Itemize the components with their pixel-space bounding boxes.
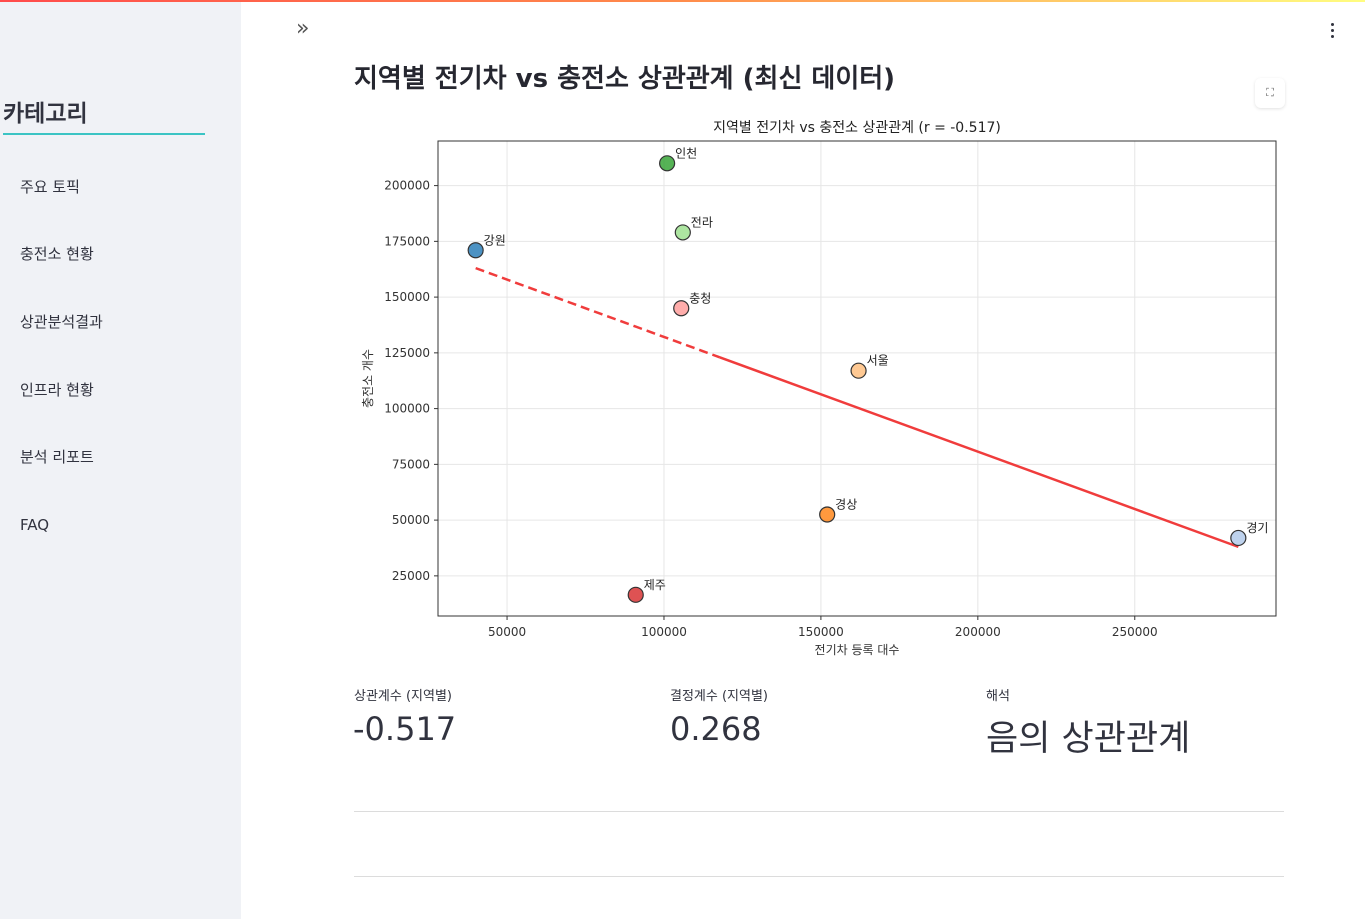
x-tick-label: 50000 <box>488 625 526 639</box>
y-tick-label: 75000 <box>392 457 430 471</box>
trendline-solid <box>719 356 1239 549</box>
y-tick-label: 100000 <box>384 402 430 416</box>
data-point <box>850 362 867 379</box>
sidebar-title: 카테고리 <box>3 101 88 127</box>
metric-determination-label: 결정계수 (지역별) <box>670 689 768 704</box>
divider <box>354 876 1284 877</box>
data-point-label: 경상 <box>835 498 857 512</box>
sidebar-item-main-topics[interactable]: 주요 토픽 <box>20 176 80 197</box>
divider <box>354 811 1284 812</box>
data-point-label: 제주 <box>644 578 666 592</box>
y-tick-label: 150000 <box>384 290 430 304</box>
page-title: 지역별 전기차 vs 충전소 상관관계 (최신 데이터) <box>354 64 896 94</box>
more-vertical-icon[interactable] <box>1324 20 1340 40</box>
data-point-label: 충청 <box>689 291 711 305</box>
metric-interpretation-label: 해석 <box>986 689 1010 704</box>
data-point-label: 전라 <box>691 215 713 229</box>
data-point-label: 서울 <box>867 354 889 368</box>
data-point <box>659 155 676 172</box>
x-axis-label: 전기차 등록 대수 <box>815 643 900 657</box>
x-tick-label: 100000 <box>641 625 687 639</box>
y-tick-label: 175000 <box>384 234 430 248</box>
y-axis-label: 충전소 개수 <box>361 349 375 408</box>
sidebar-item-correlation-results[interactable]: 상관분석결과 <box>20 311 103 332</box>
data-point-label: 경기 <box>1246 521 1268 535</box>
data-point <box>819 506 836 523</box>
fullscreen-icon[interactable]: ⛶ <box>1255 78 1285 108</box>
metric-correlation-label: 상관계수 (지역별) <box>354 689 452 704</box>
sidebar-item-infrastructure[interactable]: 인프라 현황 <box>20 379 94 400</box>
y-tick-label: 200000 <box>384 179 430 193</box>
sidebar-divider <box>3 133 205 135</box>
scatter-chart: 지역별 전기차 vs 충전소 상관관계 (r = -0.517) 50000 100… <box>361 120 1277 657</box>
data-point-label: 강원 <box>484 233 506 247</box>
sidebar-item-charging-stations[interactable]: 충전소 현황 <box>20 243 94 264</box>
y-tick-label: 125000 <box>384 346 430 360</box>
metric-interpretation-value: 음의 상관관계 <box>986 719 1191 759</box>
data-point-label: 인천 <box>675 145 697 160</box>
x-tick-label: 150000 <box>798 625 844 639</box>
sidebar-item-faq[interactable]: FAQ <box>20 516 49 534</box>
data-point <box>467 242 484 259</box>
data-point <box>673 300 690 317</box>
metric-determination-value: 0.268 <box>670 710 762 748</box>
chart-title: 지역별 전기차 vs 충전소 상관관계 (r = -0.517) <box>713 120 1001 136</box>
metric-correlation-value: -0.517 <box>353 710 457 748</box>
expand-sidebar-icon[interactable]: » <box>296 18 309 40</box>
sidebar-item-analysis-report[interactable]: 분석 리포트 <box>20 446 94 467</box>
data-point <box>627 586 644 603</box>
y-tick-label: 25000 <box>392 569 430 583</box>
sidebar: 카테고리 주요 토픽 충전소 현황 상관분석결과 인프라 현황 분석 리포트 F… <box>0 2 241 919</box>
y-tick-label: 50000 <box>392 513 430 527</box>
x-tick-label: 250000 <box>1112 625 1158 639</box>
data-point <box>674 224 691 241</box>
x-tick-label: 200000 <box>955 625 1001 639</box>
data-point <box>1230 529 1247 547</box>
